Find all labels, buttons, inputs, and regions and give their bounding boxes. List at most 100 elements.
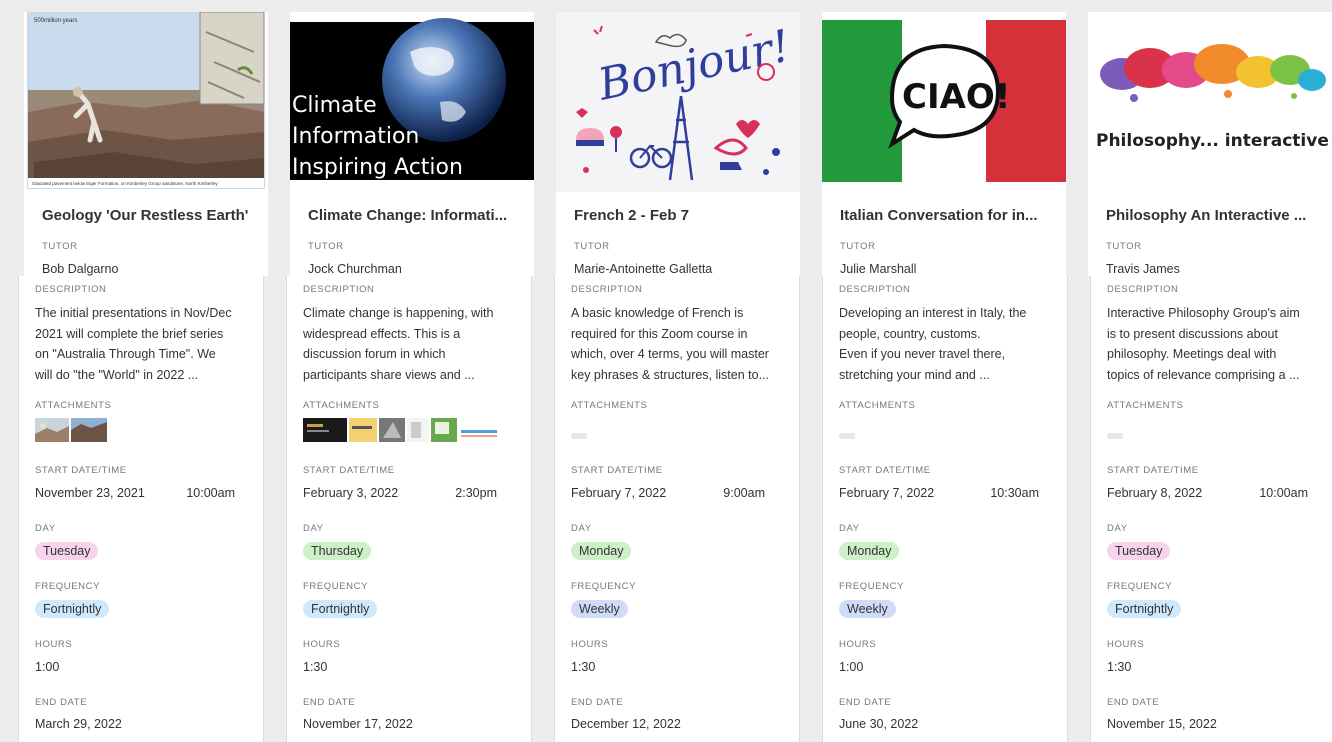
- day-badge: Monday: [839, 542, 900, 560]
- frequency-badge: Weekly: [839, 600, 896, 618]
- hours-label: HOURS: [571, 639, 609, 650]
- description-label: DESCRIPTION: [571, 284, 643, 295]
- record-card-climate[interactable]: Climate Information Inspiring Action Cli…: [290, 12, 534, 276]
- tutor-value: Travis James: [1106, 262, 1180, 276]
- tutor-value: Jock Churchman: [308, 262, 402, 276]
- day-label: DAY: [303, 523, 324, 534]
- attachment-thumbnail[interactable]: [35, 418, 69, 442]
- tutor-label: TUTOR: [1106, 241, 1142, 252]
- card-title[interactable]: Geology 'Our Restless Earth': [42, 207, 254, 224]
- attachment-thumbnail[interactable]: [303, 418, 347, 442]
- start-label: START DATE/TIME: [839, 465, 931, 476]
- hours-label: HOURS: [839, 639, 877, 650]
- empty-attachment-placeholder: [1107, 433, 1123, 439]
- card-title[interactable]: Climate Change: Informati...: [308, 207, 520, 224]
- end-date: November 15, 2022: [1107, 717, 1217, 731]
- record-details-italian: DESCRIPTION Developing an interest in It…: [822, 276, 1068, 742]
- cover-image-climate: Climate Information Inspiring Action: [290, 12, 534, 192]
- image-text-line: Information: [292, 124, 419, 149]
- cover-image-italian: CIAO!: [822, 12, 1066, 192]
- attachment-thumbnail[interactable]: [407, 418, 429, 442]
- cover-image-geology: 500million years Glaciated pavement belo…: [24, 12, 268, 192]
- attachments-list: [35, 418, 251, 442]
- card-title[interactable]: French 2 - Feb 7: [574, 207, 786, 224]
- cover-image-philosophy: Philosophy... interactive: [1088, 12, 1332, 192]
- record-details-french: DESCRIPTION A basic knowledge of French …: [554, 276, 800, 742]
- frequency-label: FREQUENCY: [571, 581, 637, 592]
- tutor-value: Julie Marshall: [840, 262, 917, 276]
- record-details-geology: DESCRIPTION The initial presentations in…: [18, 276, 264, 742]
- day-badge: Tuesday: [35, 542, 99, 560]
- frequency-badge: Fortnightly: [35, 600, 110, 618]
- attachment-thumbnail[interactable]: [431, 418, 457, 442]
- day-badge: Thursday: [303, 542, 372, 560]
- tutor-label: TUTOR: [840, 241, 876, 252]
- end-date: March 29, 2022: [35, 717, 122, 731]
- card-title[interactable]: Philosophy An Interactive ...: [1106, 207, 1318, 224]
- tutor-label: TUTOR: [308, 241, 344, 252]
- description-text: A basic knowledge of French is required …: [571, 306, 769, 382]
- frequency-badge: Fortnightly: [1107, 600, 1182, 618]
- description-label: DESCRIPTION: [303, 284, 375, 295]
- hours-label: HOURS: [35, 639, 73, 650]
- start-label: START DATE/TIME: [571, 465, 663, 476]
- hours-label: HOURS: [1107, 639, 1145, 650]
- description-label: DESCRIPTION: [35, 284, 107, 295]
- cover-image-french: Bonjour!: [556, 12, 800, 192]
- day-label: DAY: [839, 523, 860, 534]
- image-caption: 500million years: [34, 18, 77, 24]
- attachment-thumbnail[interactable]: [459, 418, 499, 442]
- image-text-line: Climate: [292, 93, 377, 118]
- start-time: 9:00am: [723, 486, 765, 500]
- frequency-badge: Fortnightly: [303, 600, 378, 618]
- end-label: END DATE: [303, 697, 356, 708]
- day-badge: Tuesday: [1107, 542, 1171, 560]
- tutor-label: TUTOR: [42, 241, 78, 252]
- end-label: END DATE: [571, 697, 624, 708]
- empty-attachment-placeholder: [571, 433, 587, 439]
- attachments-label: ATTACHMENTS: [571, 400, 648, 411]
- attachment-thumbnail[interactable]: [349, 418, 377, 442]
- frequency-label: FREQUENCY: [35, 581, 101, 592]
- frequency-badge: Weekly: [571, 600, 628, 618]
- attachments-label: ATTACHMENTS: [839, 400, 916, 411]
- attachment-thumbnail[interactable]: [71, 418, 107, 442]
- record-card-french[interactable]: Bonjour! French 2 - Feb 7 TUTOR Marie-An…: [556, 12, 800, 276]
- description-text: The initial presentations in Nov/Dec 202…: [35, 306, 232, 382]
- day-label: DAY: [35, 523, 56, 534]
- day-badge: Monday: [571, 542, 632, 560]
- description-text: Climate change is happening, with widesp…: [303, 306, 494, 382]
- record-details-climate: DESCRIPTION Climate change is happening,…: [286, 276, 532, 742]
- gallery-view: 500million years Glaciated pavement belo…: [0, 0, 1332, 742]
- description-text: Interactive Philosophy Group's aim is to…: [1107, 306, 1300, 382]
- day-label: DAY: [571, 523, 592, 534]
- hours-value: 1:00: [35, 660, 60, 674]
- frequency-label: FREQUENCY: [839, 581, 905, 592]
- description-text: Developing an interest in Italy, the peo…: [839, 306, 1027, 382]
- record-card-italian[interactable]: CIAO! Italian Conversation for in... TUT…: [822, 12, 1066, 276]
- hours-value: 1:30: [571, 660, 596, 674]
- hours-label: HOURS: [303, 639, 341, 650]
- start-time: 10:30am: [990, 486, 1039, 500]
- record-card-philosophy[interactable]: Philosophy... interactive Philosophy An …: [1088, 12, 1332, 276]
- end-date: December 12, 2022: [571, 717, 681, 731]
- attachments-label: ATTACHMENTS: [303, 400, 380, 411]
- tutor-value: Marie-Antoinette Galletta: [574, 262, 713, 276]
- record-details-philosophy: DESCRIPTION Interactive Philosophy Group…: [1090, 276, 1332, 742]
- start-time: 10:00am: [186, 486, 235, 500]
- start-label: START DATE/TIME: [1107, 465, 1199, 476]
- image-text: CIAO!: [902, 77, 1010, 117]
- frequency-label: FREQUENCY: [303, 581, 369, 592]
- start-time: 2:30pm: [455, 486, 497, 500]
- end-label: END DATE: [1107, 697, 1160, 708]
- start-time: 10:00am: [1259, 486, 1308, 500]
- attachment-thumbnail[interactable]: [379, 418, 405, 442]
- attachments-list: [303, 418, 519, 442]
- start-label: START DATE/TIME: [303, 465, 395, 476]
- card-title[interactable]: Italian Conversation for in...: [840, 207, 1052, 224]
- record-card-geology[interactable]: 500million years Glaciated pavement belo…: [24, 12, 268, 276]
- tutor-value: Bob Dalgarno: [42, 262, 119, 276]
- hours-value: 1:30: [1107, 660, 1132, 674]
- end-label: END DATE: [839, 697, 892, 708]
- day-label: DAY: [1107, 523, 1128, 534]
